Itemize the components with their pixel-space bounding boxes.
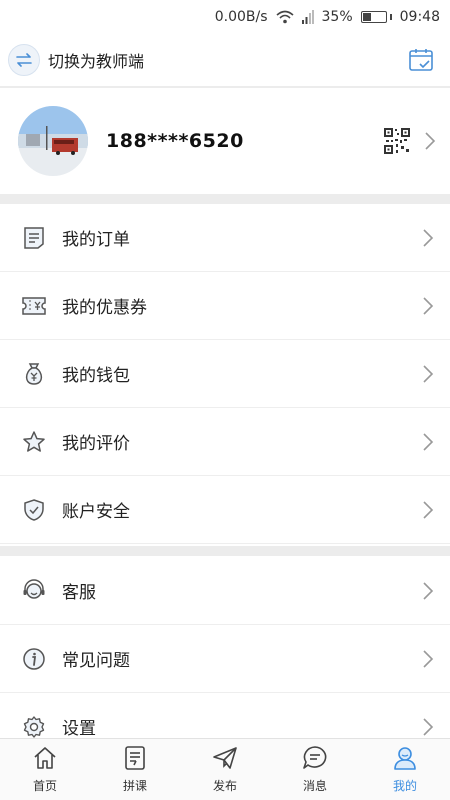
menu-item-label: 常见问题 bbox=[62, 651, 130, 671]
menu-item-label: 账户安全 bbox=[62, 502, 130, 522]
network-speed: 0.00B/s bbox=[214, 9, 268, 25]
menu-item-label: 我的优惠券 bbox=[62, 298, 147, 318]
menu-item-label: 客服 bbox=[62, 583, 96, 603]
menu-item-label: 我的评价 bbox=[62, 434, 130, 454]
nav-label: 消息 bbox=[302, 779, 327, 793]
wifi-icon bbox=[275, 10, 294, 24]
nav-label: 发布 bbox=[212, 779, 237, 793]
clock: 09:48 bbox=[399, 9, 440, 25]
chevron-right-icon bbox=[422, 581, 434, 601]
star-icon bbox=[22, 430, 46, 454]
order-icon bbox=[22, 226, 46, 250]
menu-item-customer-service[interactable]: 客服 bbox=[0, 557, 450, 625]
menu-group-support: 客服 常见问题 设置 bbox=[0, 557, 450, 761]
signal-icon bbox=[301, 10, 314, 24]
user-icon bbox=[392, 745, 418, 775]
battery-percent: 35% bbox=[321, 9, 353, 25]
chevron-right-icon bbox=[422, 717, 434, 737]
message-icon bbox=[302, 745, 328, 775]
course-icon bbox=[122, 745, 148, 775]
menu-group-account: 我的订单 我的优惠券 我的钱包 我的评价 账户安全 bbox=[0, 204, 450, 544]
menu-item-label: 我的钱包 bbox=[62, 366, 130, 386]
chevron-right-icon bbox=[422, 364, 434, 384]
coupon-icon bbox=[22, 294, 46, 318]
nav-home[interactable]: 首页 bbox=[0, 739, 90, 800]
chevron-right-icon bbox=[422, 296, 434, 316]
phone-number: 188****6520 bbox=[106, 130, 244, 152]
gear-icon bbox=[22, 715, 46, 739]
battery-icon bbox=[360, 11, 392, 23]
nav-messages[interactable]: 消息 bbox=[270, 739, 360, 800]
home-icon bbox=[32, 745, 58, 775]
menu-item-label: 设置 bbox=[62, 719, 96, 739]
switch-role-button[interactable]: 切换为教师端 bbox=[8, 44, 144, 76]
bottom-nav: 首页 拼课 发布 消息 我的 bbox=[0, 738, 450, 800]
menu-item-orders[interactable]: 我的订单 bbox=[0, 204, 450, 272]
nav-label: 首页 bbox=[32, 779, 57, 793]
menu-item-coupons[interactable]: 我的优惠券 bbox=[0, 272, 450, 340]
avatar bbox=[18, 106, 88, 176]
calendar-check-icon[interactable] bbox=[406, 45, 436, 75]
switch-role-label: 切换为教师端 bbox=[48, 52, 145, 71]
info-icon bbox=[22, 647, 46, 671]
battery-level bbox=[362, 13, 372, 21]
headset-icon bbox=[22, 578, 46, 603]
chevron-right-icon bbox=[422, 432, 434, 452]
status-bar: 0.00B/s 35% 09:48 bbox=[0, 0, 450, 34]
wallet-icon bbox=[22, 362, 46, 386]
menu-item-wallet[interactable]: 我的钱包 bbox=[0, 340, 450, 408]
menu-item-faq[interactable]: 常见问题 bbox=[0, 625, 450, 693]
top-bar: 切换为教师端 bbox=[0, 34, 450, 86]
nav-label: 拼课 bbox=[122, 779, 147, 793]
nav-course[interactable]: 拼课 bbox=[90, 739, 180, 800]
menu-item-account-security[interactable]: 账户安全 bbox=[0, 476, 450, 544]
nav-publish[interactable]: 发布 bbox=[180, 739, 270, 800]
chevron-right-icon bbox=[422, 500, 434, 520]
chevron-right-icon bbox=[422, 228, 434, 248]
menu-item-reviews[interactable]: 我的评价 bbox=[0, 408, 450, 476]
qr-code-icon[interactable] bbox=[384, 128, 410, 154]
profile-card[interactable]: 188****6520 bbox=[0, 88, 450, 194]
send-icon bbox=[212, 745, 238, 775]
nav-mine[interactable]: 我的 bbox=[360, 739, 450, 800]
shield-icon bbox=[22, 498, 46, 522]
chevron-right-icon bbox=[422, 649, 434, 669]
section-divider bbox=[0, 546, 450, 556]
chevron-right-icon bbox=[424, 131, 436, 151]
section-divider bbox=[0, 194, 450, 204]
menu-item-label: 我的订单 bbox=[62, 230, 130, 250]
nav-label: 我的 bbox=[392, 779, 417, 793]
swap-icon bbox=[8, 44, 40, 76]
